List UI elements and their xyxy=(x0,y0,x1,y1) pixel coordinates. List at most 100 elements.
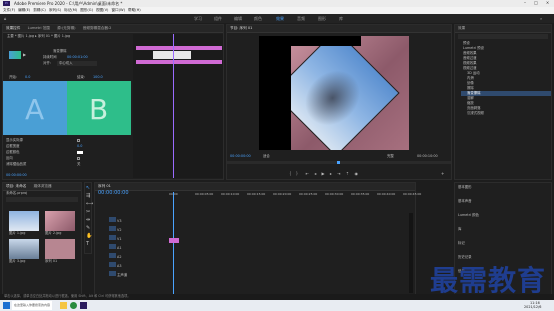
play-transition-icon[interactable]: ▶ xyxy=(23,52,26,57)
panel-item[interactable]: 库 xyxy=(458,227,548,241)
taskbar-search-box[interactable]: 在这里输入你要搜索的内容 xyxy=(12,301,52,310)
duration-value[interactable]: 00:00:01:00 xyxy=(67,55,88,60)
search-icon[interactable]: ⌕ xyxy=(540,16,542,21)
workspace-color[interactable]: 颜色 xyxy=(254,16,262,22)
panel-item[interactable]: 标记 xyxy=(458,241,548,255)
border-color-swatch[interactable] xyxy=(77,151,83,154)
menu-item-8[interactable]: 帮助(H) xyxy=(128,8,141,13)
windows-start-icon[interactable] xyxy=(3,302,10,309)
close-button[interactable]: × xyxy=(542,0,553,7)
end-value[interactable]: 100.0 xyxy=(93,75,103,80)
timeline-playhead[interactable] xyxy=(173,192,174,298)
menu-item-5[interactable]: 图形(G) xyxy=(80,8,93,13)
align-dropdown[interactable]: 中心切入 xyxy=(57,61,97,66)
workspace-audio[interactable]: 音频 xyxy=(297,16,305,22)
track-toggle-icon[interactable] xyxy=(109,235,116,240)
workspace-assembly[interactable]: 组件 xyxy=(214,16,222,22)
track-header[interactable]: V3 xyxy=(109,217,167,226)
track-header[interactable]: A3 xyxy=(109,262,167,271)
mark-out-icon[interactable]: ｝ xyxy=(296,171,300,176)
track-toggle-icon[interactable] xyxy=(109,253,116,258)
tab-program[interactable]: 节目: 序列 01 xyxy=(230,26,252,31)
taskbar-app-browser-icon[interactable] xyxy=(70,302,77,309)
tab-project[interactable]: 项目: 未命名 xyxy=(6,184,26,189)
track-header[interactable]: 主声道 xyxy=(109,271,167,280)
track-toggle-icon[interactable] xyxy=(109,217,116,222)
home-icon[interactable]: ⌂ xyxy=(4,16,7,21)
workspace-learn[interactable]: 学习 xyxy=(194,16,202,22)
go-to-out-icon[interactable]: ⇥ xyxy=(337,171,340,176)
step-forward-icon[interactable]: ▸ xyxy=(330,171,332,176)
workspace-effects[interactable]: 效果 xyxy=(276,16,284,22)
panel-item[interactable]: Lumetri 颜色 xyxy=(458,213,548,227)
program-scrubber[interactable] xyxy=(227,161,451,164)
thumb-1[interactable] xyxy=(9,211,39,231)
preview-b[interactable]: B xyxy=(67,81,131,135)
timeline-timecode[interactable]: 00:00:00:00 xyxy=(98,191,129,196)
ripple-edit-tool-icon[interactable]: ⟷ xyxy=(86,201,93,207)
effect-controls-timecode[interactable]: 00:00:00:00 xyxy=(6,173,27,178)
workspace-editing[interactable]: 编辑 xyxy=(234,16,242,22)
type-tool-icon[interactable]: T xyxy=(86,241,90,247)
v1-transition-clip[interactable] xyxy=(169,238,179,243)
program-playhead-icon[interactable] xyxy=(337,161,340,164)
track-header[interactable]: V2 xyxy=(109,226,167,235)
hand-tool-icon[interactable]: ✋ xyxy=(86,233,92,239)
menu-item-1[interactable]: 编辑(E) xyxy=(18,8,30,13)
tab-effect-controls[interactable]: 效果控件 xyxy=(6,26,20,31)
thumb-2[interactable] xyxy=(45,211,75,231)
quality-dropdown[interactable]: 完整 xyxy=(387,154,394,159)
razor-tool-icon[interactable]: ✂ xyxy=(86,209,90,215)
go-to-in-icon[interactable]: ⇤ xyxy=(306,171,309,176)
menu-item-4[interactable]: 标记(M) xyxy=(64,8,77,13)
show-actual-checkbox[interactable] xyxy=(77,139,80,142)
menu-item-0[interactable]: 文件(F) xyxy=(3,8,15,13)
minimize-button[interactable]: – xyxy=(520,0,530,7)
menu-item-6[interactable]: 视图(V) xyxy=(96,8,108,13)
project-search-input[interactable] xyxy=(6,197,78,202)
selection-tool-icon[interactable]: ↖ xyxy=(86,185,90,191)
track-header[interactable]: V1 xyxy=(109,235,167,244)
menu-item-3[interactable]: 序列(S) xyxy=(49,8,61,13)
tab-source[interactable]: 源:(无剪辑) xyxy=(57,26,75,31)
step-back-icon[interactable]: ◂ xyxy=(314,171,316,176)
thumb-3[interactable] xyxy=(9,239,39,259)
reverse-checkbox[interactable] xyxy=(77,157,80,160)
workspace-graphics[interactable]: 图形 xyxy=(318,16,326,22)
play-icon[interactable]: ▶ xyxy=(322,171,325,176)
effects-search-input[interactable] xyxy=(458,34,548,39)
maximize-button[interactable]: □ xyxy=(531,0,541,7)
tab-media-browser[interactable]: 媒体浏览器 xyxy=(34,184,52,189)
panel-item[interactable]: 基本声音 xyxy=(458,199,548,213)
add-button-icon[interactable]: + xyxy=(441,171,444,176)
taskbar-app-premiere-icon[interactable] xyxy=(80,302,87,309)
tab-lumetri-scopes[interactable]: Lumetri 范围 xyxy=(28,26,50,31)
menu-item-7[interactable]: 窗口(W) xyxy=(111,8,125,13)
lift-icon[interactable]: ⇡ xyxy=(346,171,349,176)
track-toggle-icon[interactable] xyxy=(109,226,116,231)
export-frame-icon[interactable]: ◉ xyxy=(354,171,358,176)
fit-dropdown[interactable]: 适合 xyxy=(263,154,270,159)
antialias-dropdown[interactable]: 关 xyxy=(77,162,80,167)
panel-item[interactable]: 基本图形 xyxy=(458,185,548,199)
menu-item-2[interactable]: 剪辑(C) xyxy=(33,8,46,13)
slip-tool-icon[interactable]: ⇹ xyxy=(86,217,90,223)
mark-in-icon[interactable]: ｛ xyxy=(287,171,291,176)
effects-item[interactable]: 沉浸式视频 xyxy=(461,111,551,116)
track-select-tool-icon[interactable]: ⇶ xyxy=(86,193,90,199)
preview-a[interactable]: A xyxy=(3,81,67,135)
thumb-4[interactable] xyxy=(45,239,75,259)
workspace-libraries[interactable]: 库 xyxy=(339,16,343,22)
track-header[interactable]: A2 xyxy=(109,253,167,262)
pen-tool-icon[interactable]: ✎ xyxy=(86,225,90,231)
program-timecode[interactable]: 00:00:00:00 xyxy=(230,154,251,159)
track-toggle-icon[interactable] xyxy=(109,262,116,267)
start-value[interactable]: 0.0 xyxy=(25,75,30,80)
track-toggle-icon[interactable] xyxy=(109,244,116,249)
track-header[interactable]: A1 xyxy=(109,244,167,253)
tab-sequence[interactable]: 序列 01 xyxy=(98,184,111,189)
tab-audio-mixer[interactable]: 音频剪辑混合器:2 xyxy=(83,26,112,31)
taskbar-app-explorer-icon[interactable] xyxy=(60,302,67,309)
border-width-value[interactable]: 0.0 xyxy=(77,144,82,149)
track-toggle-icon[interactable] xyxy=(109,271,116,276)
